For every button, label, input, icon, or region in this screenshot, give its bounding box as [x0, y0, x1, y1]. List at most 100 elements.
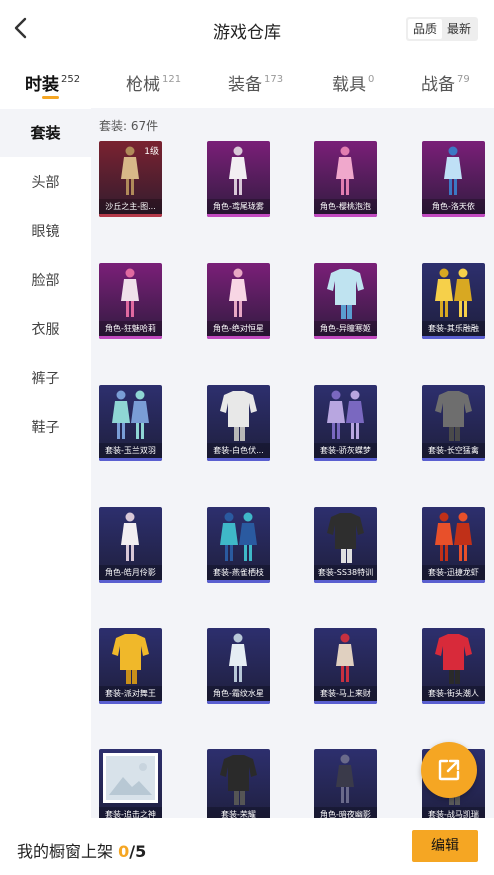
item-name: 套装-荣耀 — [207, 807, 270, 818]
item-name: 角色-皓月伶影 — [99, 565, 162, 580]
tab-fashion[interactable]: 时装 252 — [25, 70, 80, 95]
tab-count: 0 — [368, 74, 375, 85]
item-name: 套装-马上来财 — [314, 686, 377, 701]
sidebar: 套装 头部 眼镜 脸部 衣服 裤子 鞋子 — [0, 108, 91, 818]
item-name: 套装-追击之神 — [99, 807, 162, 818]
item-name: 角色-暗夜幽影 — [314, 807, 377, 818]
item-card[interactable]: 套装-街头潮人 — [422, 628, 485, 704]
sidebar-item-shoes[interactable]: 鞋子 — [0, 404, 91, 452]
rarity-bar — [99, 701, 162, 704]
item-name: 角色-狂魅哈莉 — [99, 321, 162, 336]
item-card[interactable]: 角色-洛天依 — [422, 141, 485, 217]
tab-count: 121 — [162, 74, 182, 85]
rarity-bar — [207, 214, 270, 217]
edit-button[interactable]: 编辑 — [412, 830, 478, 862]
share-button[interactable] — [421, 742, 477, 798]
item-card[interactable]: 角色-异瞳寒姬 — [314, 263, 377, 339]
rarity-bar — [314, 336, 377, 339]
showcase-total-count: /5 — [129, 842, 147, 861]
item-card[interactable]: 角色-皓月伶影 — [99, 507, 162, 583]
item-card[interactable]: 套装-马上来财 — [314, 628, 377, 704]
external-link-icon — [438, 759, 460, 781]
tab-label: 装备 — [228, 75, 262, 95]
item-grid-panel: 套装: 67件 1级 沙丘之主-图... 角色-鸢尾珑雾 角色-樱桃泡泡 角色-洛天依角… — [91, 108, 494, 818]
rarity-bar — [207, 580, 270, 583]
item-card[interactable]: 角色-绝对恒星 — [207, 263, 270, 339]
rarity-bar — [99, 214, 162, 217]
item-name: 套装-燕雀栖枝 — [207, 565, 270, 580]
showcase-label: 我的橱窗上架 — [17, 842, 114, 861]
rarity-bar — [422, 580, 485, 583]
sort-option-latest[interactable]: 最新 — [442, 19, 476, 39]
showcase-current-count: 0 — [118, 842, 130, 861]
rarity-bar — [422, 336, 485, 339]
item-name: 套装-骄灰蝶梦 — [314, 443, 377, 458]
tab-label: 时装 — [25, 75, 59, 95]
rarity-bar — [314, 214, 377, 217]
item-name: 角色-鸢尾珑雾 — [207, 199, 270, 214]
active-tab-indicator — [42, 96, 59, 99]
item-card[interactable]: 1级 沙丘之主-图... — [99, 141, 162, 217]
item-card[interactable]: 角色-狂魅哈莉 — [99, 263, 162, 339]
tab-label: 战备 — [421, 75, 455, 95]
item-name: 套装-其乐融融 — [422, 321, 485, 336]
sidebar-item-head[interactable]: 头部 — [0, 159, 91, 207]
tab-count: 79 — [457, 74, 470, 85]
rarity-bar — [314, 701, 377, 704]
item-card[interactable]: 角色-鸢尾珑雾 — [207, 141, 270, 217]
item-name: 角色-异瞳寒姬 — [314, 321, 377, 336]
item-card[interactable]: 套装-其乐融融 — [422, 263, 485, 339]
item-name: 套装-玉兰双羽 — [99, 443, 162, 458]
rarity-bar — [207, 701, 270, 704]
showcase-status: 我的橱窗上架 0/5 — [17, 838, 146, 862]
item-name: 套装-派对舞王 — [99, 686, 162, 701]
sort-option-quality[interactable]: 品质 — [407, 19, 442, 39]
warehouse-screen: 游戏仓库 品质 最新 时装 252 枪械 121 装备 173 载具 0 战备 79 套装… — [0, 0, 494, 875]
header: 游戏仓库 品质 最新 — [0, 0, 494, 56]
item-name: 角色-绝对恒星 — [207, 321, 270, 336]
sidebar-item-face[interactable]: 脸部 — [0, 257, 91, 305]
item-card[interactable]: 套装-迅捷龙虾 — [422, 507, 485, 583]
tab-vehicles[interactable]: 载具 0 — [332, 70, 374, 95]
item-card[interactable]: 角色-暗夜幽影 — [314, 749, 377, 818]
tab-label: 枪械 — [126, 75, 160, 95]
item-card[interactable]: 角色-樱桃泡泡 — [314, 141, 377, 217]
sidebar-item-glasses[interactable]: 眼镜 — [0, 208, 91, 256]
item-card[interactable]: 套装-SS38特训 — [314, 507, 377, 583]
item-name: 套装-迅捷龙虾 — [422, 565, 485, 580]
sidebar-item-sets[interactable]: 套装 — [0, 109, 91, 157]
item-card[interactable]: 套装-玉兰双羽 — [99, 385, 162, 461]
rarity-bar — [314, 458, 377, 461]
item-card[interactable]: 套装-派对舞王 — [99, 628, 162, 704]
item-card[interactable]: 套装-荣耀 — [207, 749, 270, 818]
item-name: 套装-SS38特训 — [314, 565, 377, 580]
item-card[interactable]: 角色-霜纹水星 — [207, 628, 270, 704]
item-card[interactable]: 套装-燕雀栖枝 — [207, 507, 270, 583]
item-count-label: 套装: 67件 — [99, 119, 159, 133]
item-name: 套装-长空猛禽 — [422, 443, 485, 458]
rarity-bar — [422, 701, 485, 704]
rarity-bar — [99, 336, 162, 339]
tab-supplies[interactable]: 战备 79 — [421, 70, 470, 95]
rarity-bar — [422, 458, 485, 461]
item-card[interactable]: 套装-长空猛禽 — [422, 385, 485, 461]
rarity-bar — [422, 214, 485, 217]
item-name: 角色-洛天依 — [422, 199, 485, 214]
sort-toggle: 品质 最新 — [405, 17, 478, 41]
item-name: 套装-街头潮人 — [422, 686, 485, 701]
item-name: 角色-樱桃泡泡 — [314, 199, 377, 214]
item-card[interactable]: 套装-白色伏... — [207, 385, 270, 461]
rarity-bar — [207, 458, 270, 461]
item-name: 套装-战马凯瑞 — [422, 807, 485, 818]
sidebar-item-pants[interactable]: 裤子 — [0, 355, 91, 403]
item-name: 角色-霜纹水星 — [207, 686, 270, 701]
tab-count: 252 — [61, 74, 81, 85]
item-level: 1级 — [144, 147, 159, 157]
tab-firearms[interactable]: 枪械 121 — [126, 70, 181, 95]
item-card[interactable]: 套装-骄灰蝶梦 — [314, 385, 377, 461]
tab-equipment[interactable]: 装备 173 — [228, 70, 283, 95]
rarity-bar — [207, 336, 270, 339]
sidebar-item-clothes[interactable]: 衣服 — [0, 306, 91, 354]
item-card[interactable]: 套装-追击之神 — [99, 749, 162, 818]
rarity-bar — [314, 580, 377, 583]
